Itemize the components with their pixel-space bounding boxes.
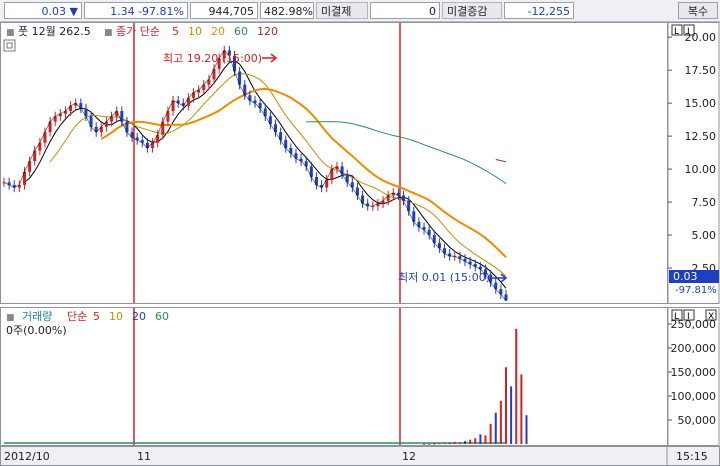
volume-legend-label: 단순 [67, 310, 87, 323]
panel-menu-icon[interactable]: ■ [6, 28, 15, 38]
ma-legend-60: 60 [234, 25, 248, 38]
volume-bar [433, 443, 436, 445]
volume-bar [494, 412, 497, 444]
volume-bar [428, 443, 431, 445]
vol-ma-legend-5: 5 [93, 310, 100, 323]
volume-panel-frame [0, 307, 668, 446]
ma-legend-10: 10 [188, 25, 202, 38]
volume-panel-title: 거래량 [22, 310, 52, 323]
panel-button-l-label: L [674, 27, 679, 37]
volume-menu-icon[interactable]: ■ [6, 313, 15, 323]
price-axis-label: 10.00 [685, 163, 717, 176]
volume-bar [505, 367, 507, 444]
price-legend-label: 종가 단순 [116, 25, 160, 38]
unsettled-change-label: 미결증감 [442, 2, 502, 19]
legend-bullet-icon: ■ [104, 28, 113, 38]
ma-legend-120: 120 [257, 25, 278, 38]
restore-button[interactable]: 복수 [678, 2, 718, 19]
volume-axis-label: 50,000 [678, 414, 717, 427]
volume-pct-field: 482.98% [260, 2, 314, 19]
unsettled-change-field: -12,255 [504, 2, 574, 19]
volume-bar [499, 400, 502, 444]
volume-bar [474, 438, 477, 444]
volume-bar [489, 423, 492, 444]
price-field[interactable]: 0.03 ▼ [4, 2, 82, 19]
volume-bar [453, 441, 456, 444]
volume-axis-label: 250,000 [671, 318, 717, 331]
expand-box-icon[interactable] [3, 39, 16, 52]
volume-bar [469, 439, 472, 444]
volume-bar [510, 386, 513, 444]
volume-axis-label: 200,000 [671, 342, 717, 355]
volume-bar [438, 443, 441, 445]
price-axis-label: 20.00 [685, 31, 717, 44]
date-axis-time: 15:15 [676, 450, 708, 463]
date-axis-bar [0, 446, 720, 466]
volume-bar [484, 435, 487, 444]
volume-field: 944,705 [190, 2, 258, 19]
volume-bar [423, 443, 426, 445]
chart-area: ■ 풋 12월 262.5 ■ 종가 단순 5 10 20 60 120 ■ 거래량 단… [0, 22, 720, 466]
volume-bar [479, 434, 482, 444]
volume-info: 0주(0.00%) [6, 324, 67, 337]
change-pct-value: -97.81% [138, 5, 184, 18]
volume-bar [448, 442, 451, 444]
price-axis-label: 15.00 [685, 97, 717, 110]
price-value: 0.03 [41, 5, 67, 18]
volume-bar [458, 442, 461, 444]
change-value: 1.34 [110, 5, 135, 18]
unsettled-field: 0 [370, 2, 440, 19]
volume-axis-label: 150,000 [671, 366, 717, 379]
last-price-tag-text: 0.03 [673, 270, 698, 283]
quote-toolbar: 0.03 ▼ 1.34 -97.81% 944,705 482.98% 미결제 … [0, 0, 720, 22]
low-annotation: 최저 0.01 (15:00) [398, 271, 490, 284]
price-panel-frame [0, 22, 668, 304]
unsettled-label: 미결제 [316, 2, 368, 19]
price-axis-label: 17.50 [685, 64, 717, 77]
vol-ma-legend-10: 10 [109, 310, 123, 323]
down-arrow-icon: ▼ [69, 5, 78, 18]
last-pct-tag: -97.81% [675, 285, 717, 296]
price-axis-label: 12.50 [685, 130, 717, 143]
vol-ma-legend-60: 60 [155, 310, 169, 323]
price-axis-label: 5.00 [692, 229, 717, 242]
volume-bar [464, 441, 467, 444]
change-field: 1.34 -97.81% [84, 2, 188, 19]
volume-bar [515, 328, 518, 444]
volume-bar [520, 374, 523, 444]
high-annotation: 최고 19.20 (15:00) [163, 52, 262, 65]
date-label-nov: 11 [137, 450, 151, 463]
ma-legend-5: 5 [172, 25, 179, 38]
date-label-dec: 12 [402, 450, 416, 463]
ma-legend-20: 20 [211, 25, 225, 38]
price-panel-title: 풋 12월 262.5 [18, 25, 91, 38]
volume-bar [443, 442, 446, 444]
price-axis-label: 7.50 [692, 196, 717, 209]
volume-axis-label: 100,000 [671, 390, 717, 403]
volume-bar [525, 415, 528, 444]
date-label-oct: 2012/10 [4, 450, 50, 463]
